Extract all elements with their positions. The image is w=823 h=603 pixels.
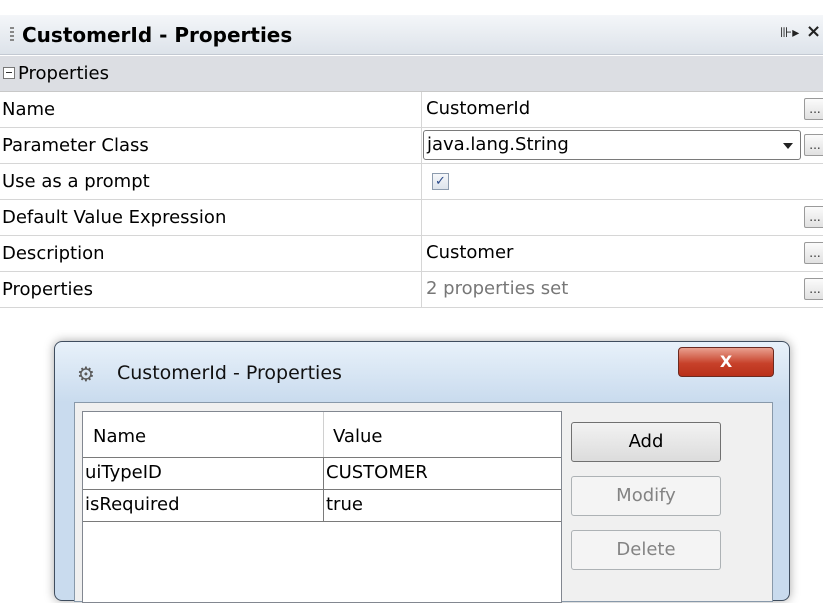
ellipsis-button[interactable]: ...	[804, 206, 823, 228]
dropdown-value: java.lang.String	[427, 134, 569, 155]
panel-titlebar: CustomerId - Properties ⊪▸ ×	[0, 15, 823, 55]
modify-button[interactable]: Modify	[571, 476, 721, 516]
cell-value: CUSTOMER	[326, 462, 428, 483]
chevron-down-icon[interactable]	[783, 143, 793, 149]
property-row-name[interactable]: Name CustomerId ...	[0, 92, 823, 128]
properties-table[interactable]: Name Value uiTypeID CUSTOMER isRequired …	[82, 411, 562, 603]
ellipsis-button[interactable]: ...	[804, 134, 823, 156]
dialog-close-button[interactable]: X	[678, 347, 774, 377]
ellipsis-button[interactable]: ...	[804, 98, 823, 120]
property-value[interactable]: CustomerId	[426, 98, 530, 119]
property-label: Parameter Class	[2, 135, 149, 156]
close-icon[interactable]: ×	[806, 21, 821, 42]
property-row-parameter-class[interactable]: Parameter Class java.lang.String ...	[0, 128, 823, 164]
cell-name: isRequired	[85, 494, 180, 515]
delete-button[interactable]: Delete	[571, 530, 721, 570]
property-label: Default Value Expression	[2, 207, 227, 228]
property-row-description[interactable]: Description Customer ...	[0, 236, 823, 272]
table-row[interactable]: uiTypeID CUSTOMER	[83, 457, 561, 490]
table-header: Name Value	[83, 412, 561, 457]
column-header-name[interactable]: Name	[93, 426, 146, 447]
property-label: Name	[2, 99, 56, 120]
column-header-value[interactable]: Value	[333, 426, 382, 447]
property-row-use-as-prompt[interactable]: Use as a prompt ✓	[0, 164, 823, 200]
cell-name: uiTypeID	[85, 462, 162, 483]
cell-value: true	[326, 494, 363, 515]
dialog-title: CustomerId - Properties	[117, 362, 342, 384]
properties-section-header[interactable]: Properties	[0, 56, 823, 92]
dialog-client-area: Name Value uiTypeID CUSTOMER isRequired …	[74, 402, 773, 603]
property-label: Use as a prompt	[2, 171, 150, 192]
property-value[interactable]: Customer	[426, 242, 513, 263]
properties-dialog: ⚙ CustomerId - Properties X Name Value u…	[54, 341, 790, 603]
ellipsis-button[interactable]: ...	[804, 242, 823, 264]
property-value[interactable]: 2 properties set	[426, 278, 568, 299]
property-row-properties[interactable]: Properties 2 properties set ...	[0, 272, 823, 308]
property-row-default-value-expression[interactable]: Default Value Expression ...	[0, 200, 823, 236]
add-button[interactable]: Add	[571, 422, 721, 462]
panel-title: CustomerId - Properties	[22, 23, 293, 47]
section-label: Properties	[18, 63, 109, 84]
report-icon: ⚙	[77, 362, 95, 386]
property-label: Description	[2, 243, 105, 264]
use-as-prompt-checkbox[interactable]: ✓	[432, 173, 449, 190]
grip-icon[interactable]	[10, 27, 14, 43]
parameter-class-dropdown[interactable]: java.lang.String	[423, 130, 801, 160]
collapse-icon[interactable]	[3, 67, 15, 79]
property-label: Properties	[2, 279, 93, 300]
table-row[interactable]: isRequired true	[83, 489, 561, 522]
pin-icon[interactable]: ⊪▸	[780, 25, 799, 41]
ellipsis-button[interactable]: ...	[804, 278, 823, 300]
